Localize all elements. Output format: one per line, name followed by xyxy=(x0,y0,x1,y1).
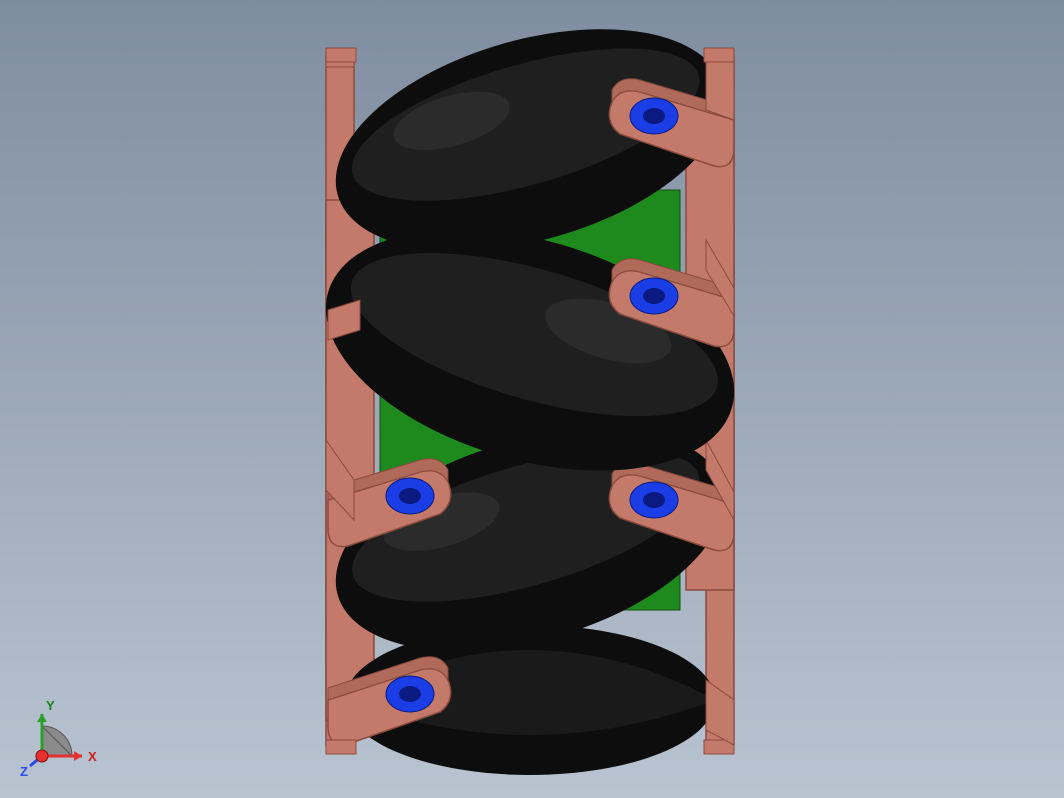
orientation-triad[interactable]: X Y Z xyxy=(20,688,110,778)
triad-origin xyxy=(36,750,48,762)
triad-axes: X Y Z xyxy=(20,698,97,778)
triad-z-label: Z xyxy=(20,764,28,778)
triad-y-label: Y xyxy=(46,698,55,713)
triad-x-label: X xyxy=(88,749,97,764)
model-canvas[interactable] xyxy=(0,0,1064,798)
cad-viewport[interactable]: X Y Z xyxy=(0,0,1064,798)
